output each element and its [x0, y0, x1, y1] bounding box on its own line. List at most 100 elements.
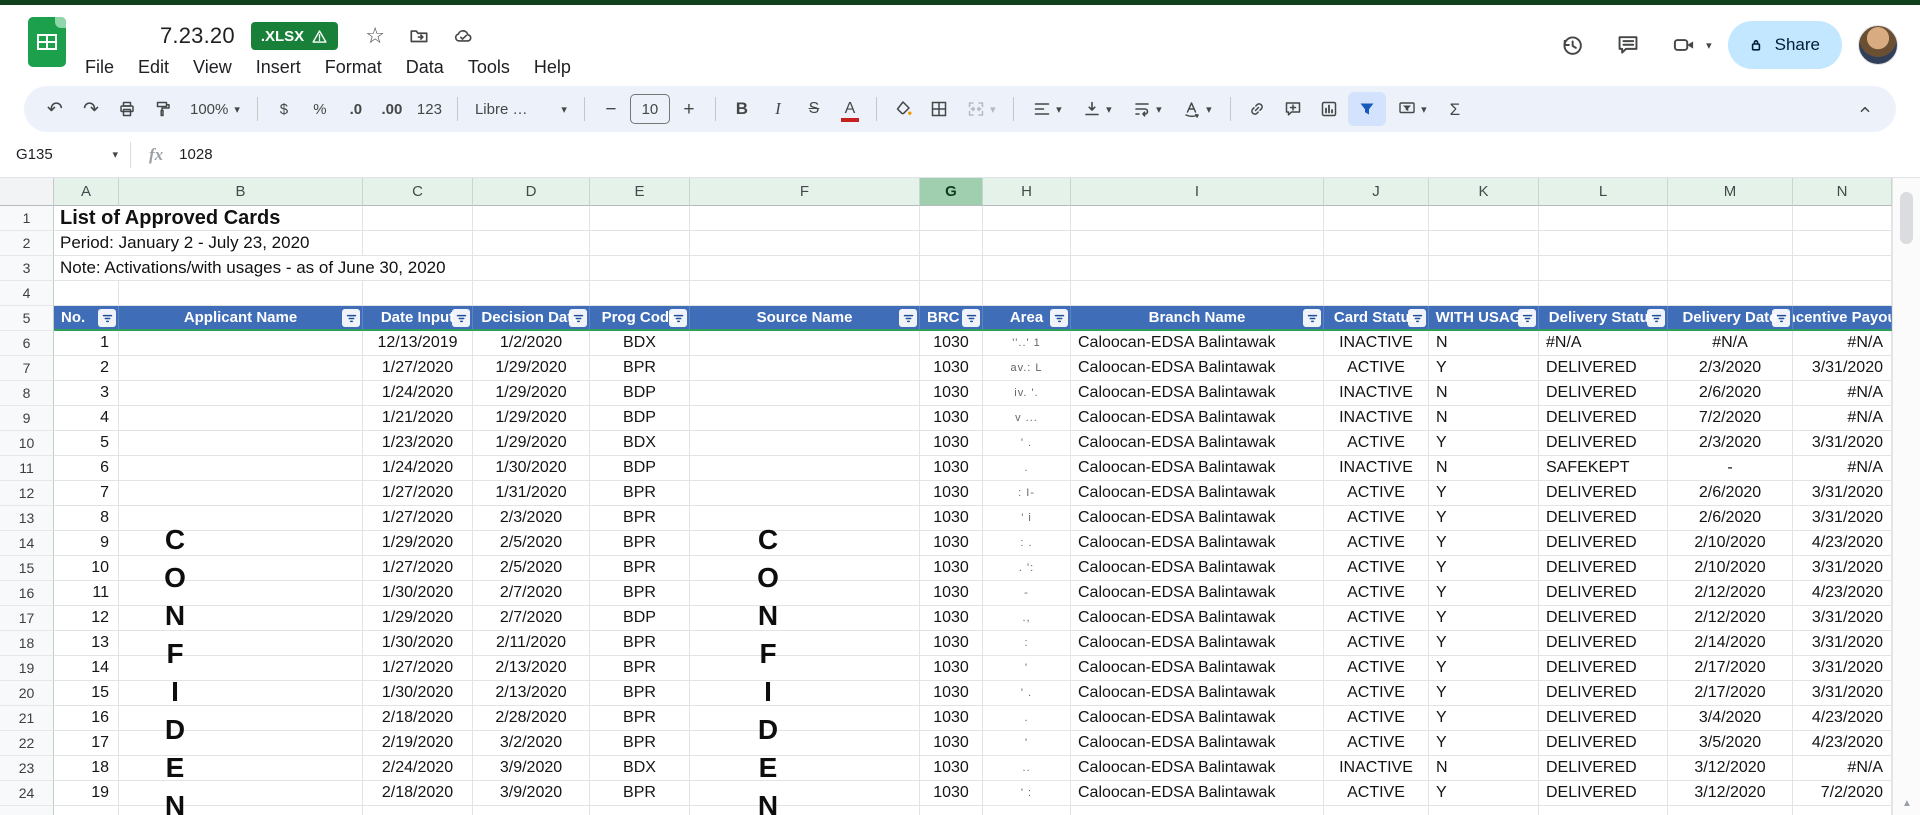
cell-area[interactable]: ' .	[983, 431, 1071, 456]
cell-D4[interactable]	[473, 281, 590, 306]
cell-with-usage[interactable]: N	[1429, 456, 1539, 481]
filter-funnel-icon[interactable]	[1772, 309, 1790, 327]
cell-no[interactable]: 3	[54, 381, 119, 406]
cell-with-usage[interactable]: Y	[1429, 656, 1539, 681]
cell-source-name[interactable]	[690, 456, 920, 481]
cell-delivery-date[interactable]: 2/10/2020	[1668, 556, 1793, 581]
cell-prog-code[interactable]: BPR	[590, 581, 690, 606]
borders-button[interactable]	[922, 92, 956, 126]
cell-decision-date[interactable]: 2/11/2020	[473, 631, 590, 656]
cell-M4[interactable]	[1668, 281, 1793, 306]
cell-area[interactable]: ..	[983, 756, 1071, 781]
cell-brc[interactable]: 1030	[920, 531, 983, 556]
cell-E4[interactable]	[590, 281, 690, 306]
column-header-H[interactable]: H	[983, 178, 1071, 206]
filter-funnel-icon[interactable]	[342, 309, 360, 327]
row-number[interactable]: 22	[0, 731, 54, 756]
cell-brc[interactable]: 1030	[920, 581, 983, 606]
cell-card-status[interactable]: ACTIVE	[1324, 506, 1429, 531]
cell-prog-code[interactable]: BPR	[590, 481, 690, 506]
cell-area[interactable]: : .	[983, 531, 1071, 556]
cell-branch-name[interactable]: Caloocan-EDSA Balintawak	[1071, 706, 1324, 731]
cell-with-usage[interactable]: Y	[1429, 531, 1539, 556]
filter-header-decision-date[interactable]: Decision Date	[473, 306, 590, 331]
cell-card-status[interactable]: ACTIVE	[1324, 656, 1429, 681]
cell-no[interactable]: 9	[54, 531, 119, 556]
cell-delivery-status[interactable]: #N/A	[1539, 331, 1668, 356]
filter-header-branch-name[interactable]: Branch Name	[1071, 306, 1324, 331]
filter-header-area[interactable]: Area	[983, 306, 1071, 331]
cell-H4[interactable]	[983, 281, 1071, 306]
cell-E2[interactable]	[590, 231, 690, 256]
print-icon[interactable]	[110, 92, 144, 126]
row-number[interactable]: 9	[0, 406, 54, 431]
filter-header-date-input[interactable]: Date Input	[363, 306, 473, 331]
cell-delivery-status[interactable]: DELIVERED	[1539, 506, 1668, 531]
cell-date-input[interactable]: 1/27/2020	[363, 356, 473, 381]
cell-applicant-name[interactable]	[119, 681, 363, 706]
horizontal-align-button[interactable]: ▾	[1023, 92, 1071, 126]
cell-no[interactable]: 8	[54, 506, 119, 531]
cell-delivery-date[interactable]: 7/2/2020	[1668, 406, 1793, 431]
font-size-input[interactable]: 10	[629, 94, 670, 124]
cell-with-usage[interactable]: Y	[1429, 556, 1539, 581]
cell-delivery-date[interactable]: 2/17/2020	[1668, 681, 1793, 706]
cell-with-usage[interactable]: Y	[1429, 706, 1539, 731]
column-header-F[interactable]: F	[690, 178, 920, 206]
cell-prog-code[interactable]: BPR	[590, 781, 690, 806]
cell-delivery-date[interactable]: 2/14/2020	[1668, 631, 1793, 656]
cell-source-name[interactable]	[690, 506, 920, 531]
cell-branch-name[interactable]: Caloocan-EDSA Balintawak	[1071, 556, 1324, 581]
cell-D2[interactable]	[473, 231, 590, 256]
cell-incentive-payout[interactable]: 4/23/2020	[1793, 706, 1892, 731]
cell-L4[interactable]	[1539, 281, 1668, 306]
cell-decision-date[interactable]: 2/28/2020	[473, 706, 590, 731]
cell-branch-name[interactable]: Caloocan-EDSA Balintawak	[1071, 781, 1324, 806]
cell-with-usage[interactable]: Y	[1429, 731, 1539, 756]
cell-no[interactable]: 17	[54, 731, 119, 756]
cell-no[interactable]: 19	[54, 781, 119, 806]
filter-header-incentive-payout[interactable]: Incentive Payout	[1793, 306, 1892, 331]
cell-applicant-name[interactable]	[119, 756, 363, 781]
row-number[interactable]: 21	[0, 706, 54, 731]
cell-incentive-payout[interactable]: #N/A	[1793, 331, 1892, 356]
cell-applicant-name[interactable]	[119, 631, 363, 656]
filter-funnel-icon[interactable]	[452, 309, 470, 327]
cell-card-status[interactable]: INACTIVE	[1324, 756, 1429, 781]
cell-delivery-status[interactable]: DELIVERED	[1539, 406, 1668, 431]
cell-source-name[interactable]	[690, 381, 920, 406]
cell-date-input[interactable]: 2/19/2020	[363, 731, 473, 756]
cell-brc[interactable]: 1030	[920, 706, 983, 731]
cell-card-status[interactable]: ACTIVE	[1324, 356, 1429, 381]
cell-branch-name[interactable]: Caloocan-EDSA Balintawak	[1071, 356, 1324, 381]
scroll-up-icon[interactable]: ▲	[1902, 798, 1912, 809]
cell-with-usage[interactable]: Y	[1429, 356, 1539, 381]
cell-N3[interactable]	[1793, 256, 1892, 281]
filter-header-card-status[interactable]: Card Status	[1324, 306, 1429, 331]
cell-card-status[interactable]: INACTIVE	[1324, 331, 1429, 356]
cell-with-usage[interactable]: Y	[1429, 581, 1539, 606]
cell-date-input[interactable]: 1/29/2020	[363, 606, 473, 631]
column-header-C[interactable]: C	[363, 178, 473, 206]
cell-N4[interactable]	[1793, 281, 1892, 306]
cell-source-name[interactable]	[690, 681, 920, 706]
cell-area[interactable]: : I-	[983, 481, 1071, 506]
cell-prog-code[interactable]: BPR	[590, 631, 690, 656]
cell-incentive-payout[interactable]: 3/31/2020	[1793, 681, 1892, 706]
cell-H3[interactable]	[983, 256, 1071, 281]
cell-branch-name[interactable]: Caloocan-EDSA Balintawak	[1071, 681, 1324, 706]
cell-decision-date[interactable]: 1/30/2020	[473, 456, 590, 481]
increase-font-size-button[interactable]: +	[672, 92, 706, 126]
menu-tools[interactable]: Tools	[459, 55, 519, 80]
cell-card-status[interactable]: ACTIVE	[1324, 606, 1429, 631]
cell-incentive-payout[interactable]: 3/31/2020	[1793, 431, 1892, 456]
cell-H1[interactable]	[983, 206, 1071, 231]
cell-no[interactable]: 4	[54, 406, 119, 431]
cell-incentive-payout[interactable]: #N/A	[1793, 756, 1892, 781]
hide-menus-icon[interactable]	[1848, 92, 1882, 126]
cell-with-usage[interactable]: Y	[1429, 481, 1539, 506]
row-number[interactable]: 6	[0, 331, 54, 356]
cell-decision-date[interactable]: 3/2/2020	[473, 731, 590, 756]
cell-with-usage[interactable]: Y	[1429, 681, 1539, 706]
cell[interactable]	[119, 806, 363, 815]
